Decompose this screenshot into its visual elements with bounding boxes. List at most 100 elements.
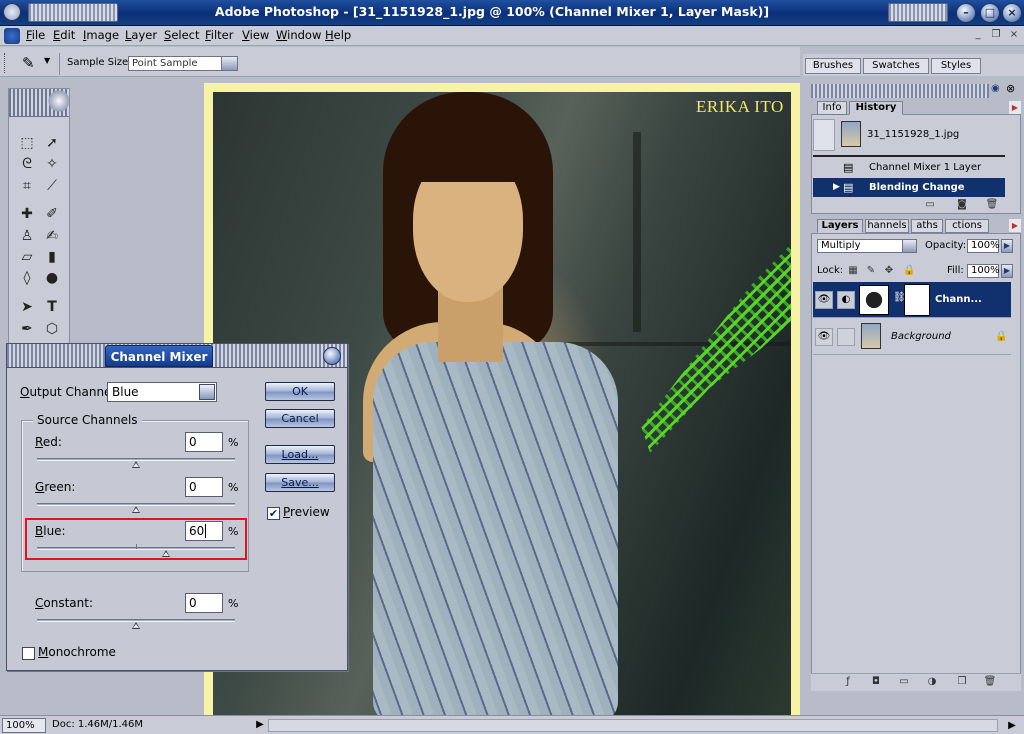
menu-file[interactable]: File	[26, 28, 45, 42]
menu-filter[interactable]: Filter	[205, 28, 233, 42]
lock-transparency-icon[interactable]: ▦	[847, 265, 859, 277]
dodge-tool-icon[interactable]: ●	[41, 268, 63, 288]
eye-icon[interactable]: 👁	[815, 328, 833, 346]
layer-mask-link-icon[interactable]: ◐	[837, 291, 855, 309]
history-step-selected[interactable]: ▶ ▤ Blending Change	[813, 178, 1005, 197]
chevron-down-icon[interactable]	[199, 384, 215, 400]
fill-input[interactable]: 100%	[967, 264, 1000, 278]
doc-restore-icon[interactable]: ❐	[988, 28, 1004, 43]
zoom-field[interactable]: 100%	[2, 718, 46, 733]
output-channel-select[interactable]: Blue	[107, 382, 217, 402]
menu-view[interactable]: View	[242, 28, 269, 42]
green-slider-thumb[interactable]	[132, 506, 140, 513]
dialog-close-icon[interactable]	[323, 347, 341, 365]
layers-menu-arrow-icon[interactable]: ▶	[1009, 219, 1021, 232]
crop-tool-icon[interactable]: ⌗	[16, 176, 38, 196]
slice-tool-icon[interactable]: ⟋	[41, 176, 63, 196]
tab-history[interactable]: History	[849, 101, 903, 115]
document-icon[interactable]	[4, 28, 20, 44]
healing-brush-tool-icon[interactable]: ✚	[16, 204, 38, 224]
marquee-tool-icon[interactable]: ⬚	[16, 133, 38, 153]
eyedropper-icon[interactable]: ✎	[22, 54, 35, 72]
palette-collapse-icon[interactable]: ◉	[991, 83, 1000, 94]
tab-info[interactable]: Info	[817, 101, 847, 115]
path-selection-tool-icon[interactable]: ➤	[16, 297, 38, 317]
lock-all-icon[interactable]: 🔒	[903, 265, 915, 277]
layer-row-selected[interactable]: 👁 ◐ ⛓ Chann...	[813, 282, 1011, 318]
blend-mode-select[interactable]: Multiply	[817, 239, 917, 253]
sample-size-select[interactable]: Point Sample	[128, 56, 238, 71]
history-menu-arrow-icon[interactable]: ▶	[1009, 101, 1021, 114]
red-input[interactable]: 0	[185, 432, 223, 452]
delete-layer-icon[interactable]: 🗑	[983, 676, 997, 688]
tab-channels[interactable]: hannels	[865, 219, 909, 233]
palette-close-icon[interactable]: ⊗	[1006, 82, 1015, 95]
monochrome-checkbox[interactable]	[22, 647, 35, 660]
lock-image-icon[interactable]: ✎	[865, 265, 877, 277]
tab-paths[interactable]: aths	[911, 219, 943, 233]
history-step[interactable]: ▤ Channel Mixer 1 Layer	[813, 158, 1005, 177]
new-group-icon[interactable]: ▭	[897, 676, 911, 688]
new-document-from-state-icon[interactable]: ▭	[923, 199, 937, 211]
menu-edit[interactable]: Edit	[53, 28, 75, 42]
green-input[interactable]: 0	[185, 477, 223, 497]
maximize-button[interactable]: □	[980, 3, 1000, 23]
add-mask-icon[interactable]: ◘	[869, 676, 883, 688]
tools-palette-header[interactable]	[9, 89, 69, 117]
close-button[interactable]: ×	[1002, 3, 1022, 23]
pen-tool-icon[interactable]: ✒	[16, 319, 38, 339]
blue-slider-thumb[interactable]	[162, 550, 170, 557]
cancel-button[interactable]: Cancel	[265, 409, 335, 428]
load-button[interactable]: Load...	[265, 445, 335, 464]
gradient-tool-icon[interactable]: ▮	[41, 247, 63, 267]
history-brush-tool-icon[interactable]: ✍	[41, 226, 63, 246]
well-tab-styles[interactable]: Styles	[931, 58, 981, 74]
layer-style-icon[interactable]: ƒ	[841, 676, 855, 688]
constant-slider-thumb[interactable]	[132, 622, 140, 629]
scroll-right-arrow-icon[interactable]: ▶	[1004, 718, 1020, 733]
ok-button[interactable]: OK	[265, 382, 335, 401]
new-snapshot-icon[interactable]: ◙	[955, 199, 969, 211]
history-palette-grip[interactable]	[811, 84, 989, 98]
magic-wand-tool-icon[interactable]: ✧	[41, 154, 63, 174]
well-tab-brushes[interactable]: Brushes	[805, 58, 861, 74]
blur-tool-icon[interactable]: ◊	[16, 268, 38, 288]
status-menu-arrow-icon[interactable]: ▶	[254, 718, 266, 732]
lasso-tool-icon[interactable]: ᘓ	[16, 154, 38, 174]
tab-layers[interactable]: Layers	[817, 219, 863, 233]
new-layer-icon[interactable]: ❐	[955, 676, 969, 688]
menu-window[interactable]: Window	[276, 28, 321, 42]
horizontal-scrollbar[interactable]	[268, 719, 998, 732]
tab-actions[interactable]: ctions	[945, 219, 989, 233]
eraser-tool-icon[interactable]: ▱	[16, 247, 38, 267]
doc-close-icon[interactable]: ×	[1006, 28, 1022, 43]
channel-mixer-title-bar[interactable]: Channel Mixer	[7, 344, 347, 368]
photoshop-app-icon[interactable]	[3, 3, 21, 21]
menu-help[interactable]: Help	[325, 28, 351, 42]
menu-image[interactable]: Image	[83, 28, 119, 42]
opacity-arrow-icon[interactable]: ▶	[1001, 239, 1013, 253]
menu-select[interactable]: Select	[164, 28, 200, 42]
brush-tool-icon[interactable]: ✐	[41, 204, 63, 224]
lock-position-icon[interactable]: ✥	[883, 265, 895, 277]
layer-row[interactable]: 👁 Background 🔒	[813, 319, 1011, 355]
type-tool-icon[interactable]: T	[41, 297, 63, 317]
well-tab-swatches[interactable]: Swatches	[863, 58, 929, 74]
history-trash-icon[interactable]: 🗑	[985, 199, 999, 211]
fill-arrow-icon[interactable]: ▶	[1001, 264, 1013, 278]
shape-tool-icon[interactable]: ⬡	[41, 319, 63, 339]
opacity-input[interactable]: 100%	[967, 239, 1000, 253]
blue-input[interactable]: 60	[185, 521, 223, 541]
minimize-button[interactable]: –	[956, 3, 976, 23]
clone-stamp-tool-icon[interactable]: ♙	[16, 226, 38, 246]
new-adjustment-layer-icon[interactable]: ◑	[925, 676, 939, 688]
move-tool-icon[interactable]: ➚	[41, 133, 63, 153]
tool-preset-arrow-icon[interactable]: ▼	[44, 56, 50, 65]
chevron-down-icon[interactable]	[902, 240, 916, 252]
constant-input[interactable]: 0	[185, 593, 223, 613]
doc-minimize-icon[interactable]: _	[970, 28, 986, 43]
eye-icon[interactable]: 👁	[815, 291, 833, 309]
menu-layer[interactable]: Layer	[125, 28, 157, 42]
chevron-down-icon[interactable]	[221, 57, 237, 70]
layer-link-cell[interactable]	[837, 328, 855, 346]
